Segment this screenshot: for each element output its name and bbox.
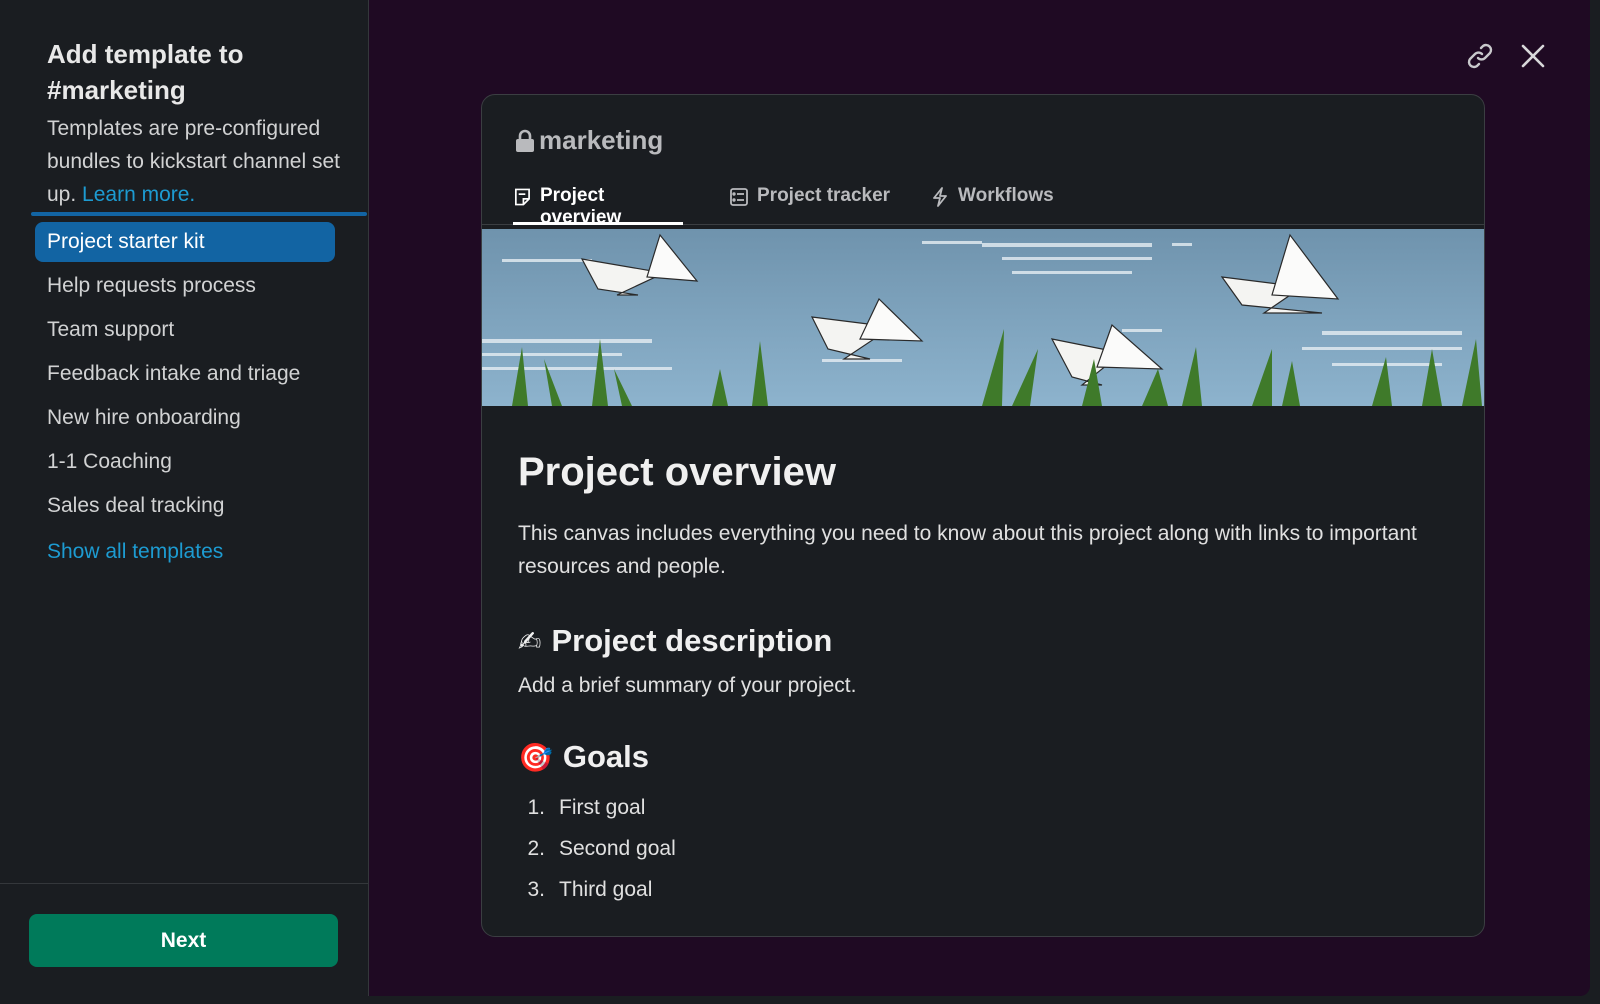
preview-tabs: Project overview Project tracker Workflo…: [482, 185, 1484, 228]
goal-text: Second goal: [559, 837, 676, 860]
template-item-project-starter-kit[interactable]: Project starter kit: [35, 222, 335, 262]
tab-workflows[interactable]: Workflows: [930, 185, 1054, 225]
paper-boats-banner: [482, 229, 1484, 406]
template-sidebar: Add template to #marketing Templates are…: [0, 0, 369, 996]
list-icon: [730, 188, 748, 206]
goal-text: Third goal: [559, 878, 653, 901]
canvas-intro: This canvas includes everything you need…: [518, 522, 1417, 578]
channel-header: marketing: [515, 125, 663, 156]
template-item-new-hire-onboarding[interactable]: New hire onboarding: [35, 398, 335, 438]
add-template-modal: Add template to #marketing Templates are…: [0, 0, 1590, 996]
template-list: Project starter kit Help requests proces…: [35, 222, 335, 530]
next-button[interactable]: Next: [29, 914, 338, 967]
tab-label: Project tracker: [757, 185, 891, 206]
lock-icon: [516, 129, 534, 152]
tab-label: Workflows: [958, 185, 1054, 206]
close-icon[interactable]: [1517, 40, 1549, 72]
list-item: 2. Second goal: [518, 828, 1438, 869]
writing-hand-icon: ✍: [518, 624, 542, 658]
tab-project-tracker[interactable]: Project tracker: [729, 185, 890, 225]
learn-more-link[interactable]: Learn more.: [82, 183, 195, 206]
list-item: 3. Third goal: [518, 869, 1438, 910]
heading-text: Goals: [562, 739, 650, 774]
canvas-content: Project overview This canvas includes ev…: [518, 447, 1438, 910]
canvas-title: Project overview: [518, 450, 836, 494]
preview-area: marketing Project overview Project track…: [369, 0, 1590, 996]
template-preview-card: marketing Project overview Project track…: [481, 94, 1485, 937]
project-description-heading: ✍ Project description: [518, 623, 1438, 659]
template-item-coaching[interactable]: 1-1 Coaching: [35, 442, 335, 482]
tab-label: Project overview: [539, 185, 622, 228]
project-description-text: Add a brief summary of your project.: [518, 674, 857, 697]
sidebar-title: Add template to #marketing: [47, 39, 244, 105]
template-item-team-support[interactable]: Team support: [35, 310, 335, 350]
scroll-divider: [31, 212, 367, 216]
list-number: 2.: [527, 837, 545, 860]
link-icon[interactable]: [1464, 40, 1496, 72]
list-item: 1. First goal: [518, 787, 1438, 828]
sidebar-description: Templates are pre-configured bundles to …: [47, 112, 347, 211]
goals-heading: 🎯 Goals: [518, 739, 1438, 775]
target-icon: 🎯: [518, 740, 553, 774]
heading-text: Project description: [551, 623, 833, 658]
lightning-icon: [933, 187, 947, 207]
canvas-icon: [514, 188, 530, 206]
goals-list: 1. First goal 2. Second goal 3. Third goal: [518, 787, 1438, 910]
template-item-sales-deal-tracking[interactable]: Sales deal tracking: [35, 486, 335, 526]
list-number: 3.: [527, 878, 545, 901]
template-item-feedback-intake[interactable]: Feedback intake and triage: [35, 354, 335, 394]
goal-text: First goal: [559, 796, 646, 819]
show-all-templates-link[interactable]: Show all templates: [47, 540, 223, 564]
list-number: 1.: [527, 796, 545, 819]
tab-project-overview[interactable]: Project overview: [513, 185, 683, 228]
channel-name: marketing: [539, 125, 664, 155]
template-item-help-requests[interactable]: Help requests process: [35, 266, 335, 306]
footer-divider: [0, 883, 369, 884]
